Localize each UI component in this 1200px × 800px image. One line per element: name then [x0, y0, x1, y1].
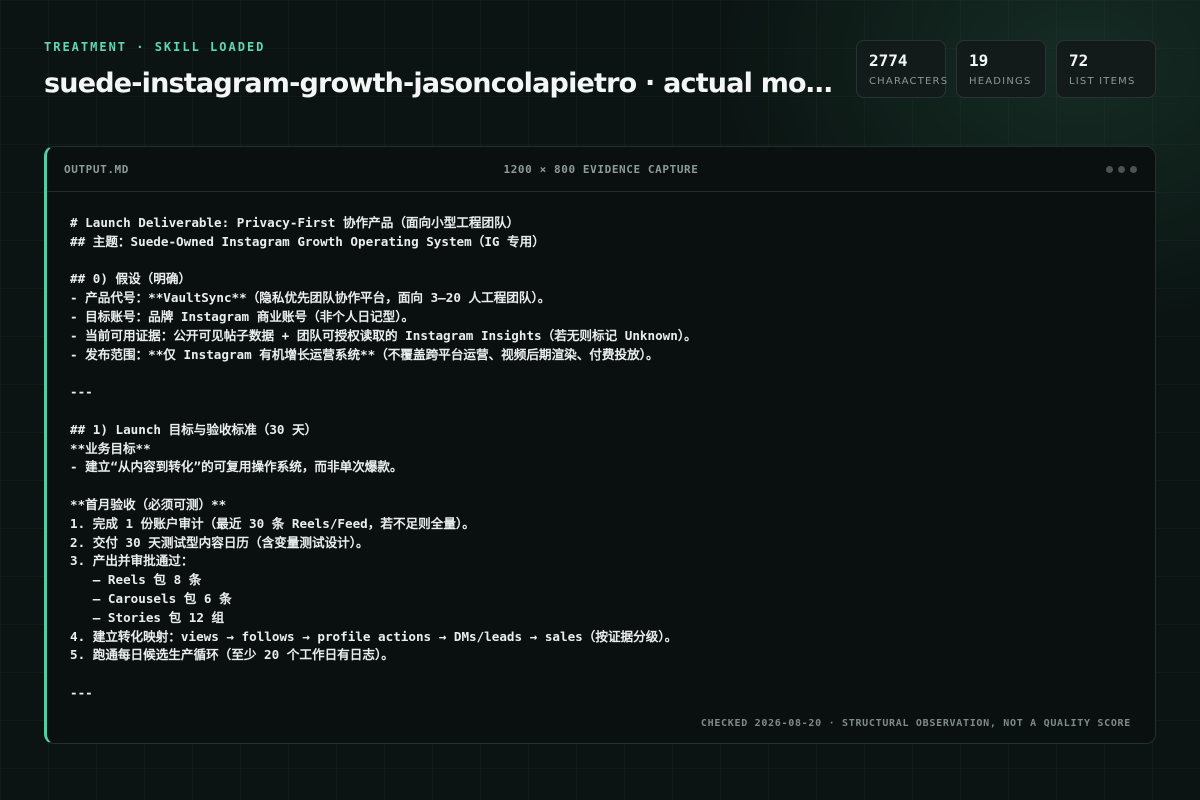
markdown-output: # Launch Deliverable: Privacy-First 协作产品… [70, 215, 697, 700]
stat-headings-label: HEADINGS [969, 76, 1032, 87]
page-title: suede-instagram-growth-jasoncolapietro ·… [44, 68, 834, 99]
panel-header: OUTPUT.MD 1200 × 800 EVIDENCE CAPTURE [47, 147, 1155, 192]
stat-list-items-value: 72 [1069, 51, 1089, 70]
stat-list-items: 72 LIST ITEMS [1056, 40, 1156, 98]
dot-icon [1106, 166, 1113, 173]
output-panel: OUTPUT.MD 1200 × 800 EVIDENCE CAPTURE # … [44, 146, 1156, 744]
stat-characters-value: 2774 [869, 51, 908, 70]
stats-group: 2774 CHARACTERS 19 HEADINGS 72 LIST ITEM… [856, 40, 1156, 98]
capture-caption: 1200 × 800 EVIDENCE CAPTURE [503, 163, 699, 176]
check-footer: CHECKED 2026-08-20 · STRUCTURAL OBSERVAT… [700, 718, 1131, 729]
dot-icon [1130, 166, 1137, 173]
mode-eyebrow: TREATMENT · SKILL LOADED [44, 40, 266, 54]
window-menu-dots-icon[interactable] [1106, 166, 1137, 173]
stat-characters: 2774 CHARACTERS [856, 40, 949, 98]
stat-characters-label: CHARACTERS [869, 76, 949, 87]
stat-list-items-label: LIST ITEMS [1069, 76, 1136, 87]
stat-headings-value: 19 [969, 51, 989, 70]
stat-headings: 19 HEADINGS [956, 40, 1046, 98]
dot-icon [1118, 166, 1125, 173]
